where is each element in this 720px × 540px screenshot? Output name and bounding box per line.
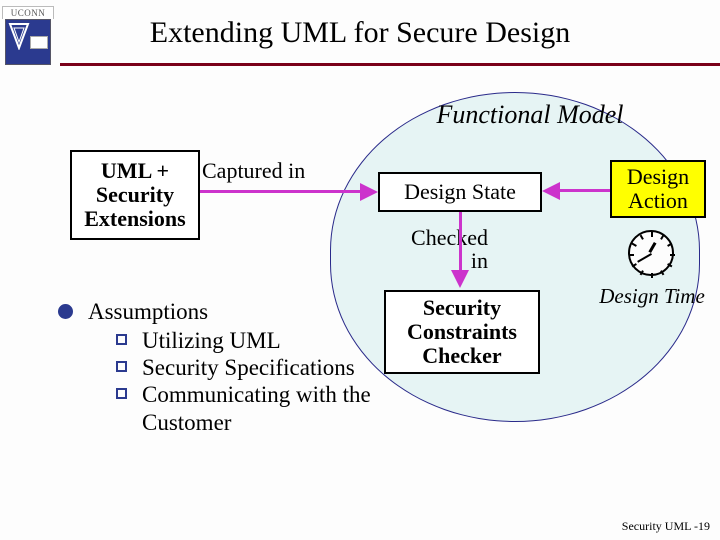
arrow-checked-in: [459, 212, 462, 274]
list-item: Security Specifications: [116, 354, 382, 381]
list-item: Utilizing UML: [116, 327, 382, 354]
logo-emblem: [5, 19, 51, 65]
arrow-captured-in: [200, 190, 364, 193]
clock-icon: [628, 230, 674, 276]
arrow-design-action-head: [542, 182, 560, 200]
functional-model-heading: Functional Model: [400, 100, 660, 130]
logo-text: UCONN: [2, 6, 54, 19]
design-state-box: Design State: [378, 172, 542, 212]
assumptions-list: Utilizing UML Security Specifications Co…: [58, 327, 382, 436]
captured-in-label: Captured in: [202, 158, 305, 184]
design-action-box: Design Action: [610, 160, 706, 218]
arrow-checked-in-head: [451, 270, 469, 288]
design-time-label: Design Time: [592, 284, 712, 309]
uml-security-box: UML + Security Extensions: [70, 150, 200, 240]
checked-in-label: Checked in: [398, 226, 488, 272]
slide-title: Extending UML for Secure Design: [0, 0, 720, 50]
logo-flag-icon: [30, 36, 48, 49]
title-rule: [60, 63, 720, 66]
arrow-captured-in-head: [360, 183, 378, 201]
assumptions-block: Assumptions Utilizing UML Security Speci…: [58, 298, 382, 436]
security-checker-box: Security Constraints Checker: [384, 290, 540, 374]
uconn-logo: UCONN: [2, 6, 54, 65]
list-item: Communicating with the Customer: [116, 381, 382, 435]
arrow-design-action: [558, 189, 610, 192]
slide-header: UCONN Extending UML for Secure Design: [0, 0, 720, 70]
slide-number: Security UML -19: [622, 519, 710, 534]
assumptions-heading: Assumptions: [58, 298, 382, 325]
logo-glyph: [8, 22, 30, 50]
